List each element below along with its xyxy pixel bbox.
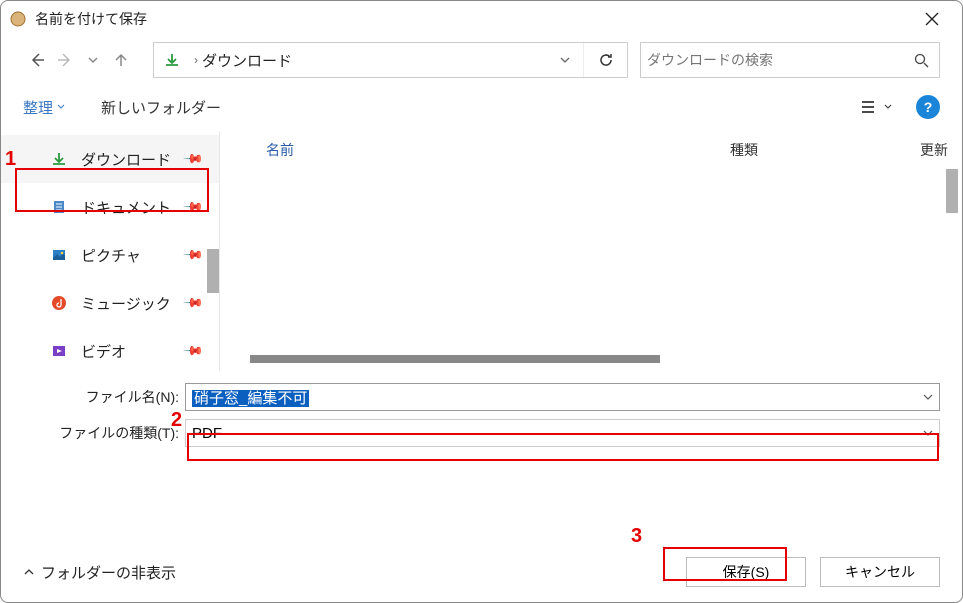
- annotation-3: 3: [631, 525, 642, 548]
- sidebar-item-label: ダウンロード: [81, 149, 171, 170]
- forward-button[interactable]: [51, 46, 79, 74]
- toolbar: 整理 新しいフォルダー ?: [1, 83, 962, 131]
- sidebar-item-label: ミュージック: [81, 293, 171, 314]
- refresh-button[interactable]: [583, 43, 627, 77]
- sidebar-item-pictures[interactable]: ピクチャ 📌: [1, 231, 219, 279]
- chevron-up-icon: [23, 566, 35, 578]
- help-button[interactable]: ?: [916, 95, 940, 119]
- search-box[interactable]: [640, 42, 940, 78]
- column-headers: 名前 種類 更新: [220, 131, 962, 169]
- chevron-down-icon: [884, 103, 892, 111]
- organize-label: 整理: [23, 97, 53, 118]
- filename-label: ファイル名(N):: [23, 387, 185, 407]
- file-list-pane: 名前 種類 更新: [219, 131, 962, 371]
- chevron-down-icon: [57, 103, 65, 111]
- recent-dropdown[interactable]: [79, 46, 107, 74]
- hide-folders-label: フォルダーの非表示: [41, 562, 176, 583]
- download-icon: [154, 52, 190, 68]
- video-icon: [49, 341, 69, 361]
- close-button[interactable]: [909, 3, 954, 35]
- hide-folders-button[interactable]: フォルダーの非表示: [23, 562, 176, 583]
- sidebar-item-label: ビデオ: [81, 341, 126, 362]
- search-input[interactable]: [647, 52, 909, 68]
- address-bar[interactable]: › ダウンロード: [153, 42, 628, 78]
- document-icon: [49, 197, 69, 217]
- pin-icon: 📌: [182, 340, 205, 363]
- path-separator-icon: ›: [190, 53, 202, 67]
- path-dropdown[interactable]: [547, 54, 583, 66]
- path-location: ダウンロード: [202, 50, 547, 71]
- save-button[interactable]: 保存(S): [686, 557, 806, 587]
- back-button[interactable]: [23, 46, 51, 74]
- pin-icon: 📌: [182, 196, 205, 219]
- column-header-name[interactable]: 名前: [266, 140, 730, 160]
- music-icon: [49, 293, 69, 313]
- filetype-label: ファイルの種類(T):: [23, 423, 185, 443]
- search-icon[interactable]: [909, 48, 933, 72]
- file-scrollbar-vertical[interactable]: [946, 169, 958, 213]
- sidebar: ダウンロード 📌 ドキュメント 📌 ピクチャ 📌 ミュージック 📌 ビデオ 📌: [1, 131, 219, 371]
- file-scrollbar-horizontal[interactable]: [250, 355, 660, 363]
- filename-field[interactable]: 硝子窓_編集不可: [185, 383, 940, 411]
- chevron-down-icon[interactable]: [923, 389, 933, 406]
- dialog-body: ダウンロード 📌 ドキュメント 📌 ピクチャ 📌 ミュージック 📌 ビデオ 📌: [1, 131, 962, 371]
- navbar: › ダウンロード: [1, 37, 962, 83]
- organize-menu[interactable]: 整理: [23, 97, 65, 118]
- sidebar-item-documents[interactable]: ドキュメント 📌: [1, 183, 219, 231]
- filename-value: 硝子窓_編集不可: [192, 390, 309, 407]
- column-header-modified[interactable]: 更新: [920, 140, 962, 160]
- view-menu[interactable]: [860, 93, 894, 121]
- picture-icon: [49, 245, 69, 265]
- sidebar-item-music[interactable]: ミュージック 📌: [1, 279, 219, 327]
- annotation-2: 2: [171, 409, 182, 432]
- window-title: 名前を付けて保存: [35, 9, 909, 29]
- sidebar-item-videos[interactable]: ビデオ 📌: [1, 327, 219, 375]
- column-header-type[interactable]: 種類: [730, 140, 920, 160]
- sidebar-item-label: ピクチャ: [81, 245, 141, 266]
- new-folder-button[interactable]: 新しいフォルダー: [101, 97, 221, 118]
- filetype-field[interactable]: PDF: [185, 419, 940, 447]
- chevron-down-icon[interactable]: [923, 425, 933, 442]
- sidebar-scrollbar[interactable]: [207, 249, 219, 293]
- pin-icon: 📌: [182, 292, 205, 315]
- up-button[interactable]: [107, 46, 135, 74]
- cancel-button[interactable]: キャンセル: [820, 557, 940, 587]
- pin-icon: 📌: [182, 244, 205, 267]
- sidebar-item-downloads[interactable]: ダウンロード 📌: [1, 135, 219, 183]
- app-icon: [9, 10, 27, 28]
- sidebar-item-label: ドキュメント: [81, 197, 171, 218]
- download-icon: [49, 149, 69, 169]
- filetype-value: PDF: [192, 425, 923, 442]
- titlebar: 名前を付けて保存: [1, 1, 962, 37]
- form-area: ファイル名(N): 硝子窓_編集不可 ファイルの種類(T): PDF: [1, 371, 962, 451]
- footer: フォルダーの非表示 保存(S) キャンセル: [1, 542, 962, 602]
- pin-icon: 📌: [182, 148, 205, 171]
- annotation-1: 1: [5, 148, 16, 171]
